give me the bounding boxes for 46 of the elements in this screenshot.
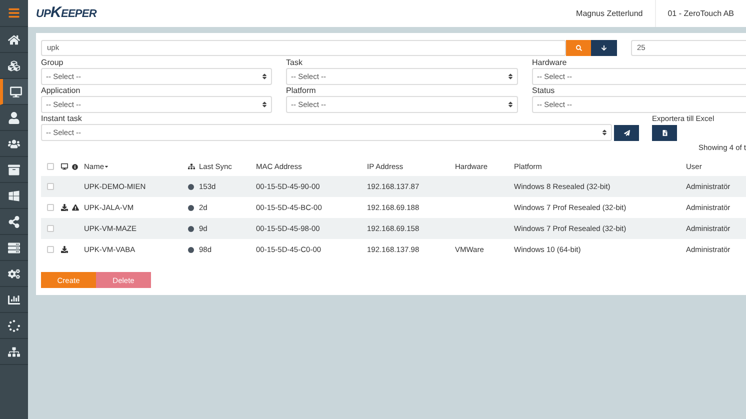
windows-icon	[8, 190, 20, 202]
field-label: Instant task	[41, 113, 83, 124]
hierarchy-icon	[8, 346, 20, 358]
sort-arrows-icon	[262, 73, 267, 80]
server-icon	[8, 242, 20, 254]
company-name[interactable]: 01 - ZeroTouch AB	[656, 8, 746, 20]
checkbox[interactable]	[47, 246, 54, 254]
logo: upKeeper	[36, 3, 96, 24]
sort-arrows-icon	[262, 101, 267, 108]
arrow-down-icon	[601, 45, 607, 51]
bar-chart-icon	[8, 294, 20, 306]
settings-icon	[8, 268, 20, 280]
field-label: Platform	[286, 85, 317, 96]
checkbox[interactable]	[47, 225, 54, 232]
spinner-icon	[8, 320, 20, 332]
paper-plane-icon	[624, 130, 630, 136]
users-icon	[8, 138, 20, 150]
monitor-icon	[61, 163, 68, 170]
sort-arrows-icon	[602, 129, 607, 136]
field-label: Status	[532, 85, 556, 96]
checkbox[interactable]	[47, 204, 54, 212]
menu-icon	[8, 7, 20, 19]
archive-icon	[8, 164, 20, 176]
download-button[interactable]	[591, 40, 617, 56]
field-label: Group	[41, 57, 64, 68]
sort-arrows-icon	[508, 73, 513, 80]
send-button[interactable]	[614, 125, 639, 141]
hierarchy-icon	[188, 163, 195, 170]
user-name[interactable]: Magnus Zetterlund	[576, 0, 656, 27]
file-icon	[662, 130, 668, 136]
sort-arrows-icon	[508, 101, 513, 108]
share-icon	[8, 216, 20, 228]
user-icon	[8, 112, 20, 124]
field-label: Hardware	[532, 57, 568, 68]
sidebar-item[interactable]	[0, 79, 28, 105]
home-icon	[8, 34, 20, 46]
field-label: Application	[41, 85, 82, 96]
field-label: Task	[286, 57, 304, 68]
caret-icon	[104, 164, 110, 170]
info-icon	[72, 164, 78, 170]
search-icon	[576, 45, 582, 51]
monitor-icon	[10, 86, 22, 98]
checkbox[interactable]	[47, 163, 54, 170]
checkbox[interactable]	[47, 183, 54, 190]
export-button[interactable]	[652, 125, 677, 141]
cubes-icon	[8, 60, 20, 72]
